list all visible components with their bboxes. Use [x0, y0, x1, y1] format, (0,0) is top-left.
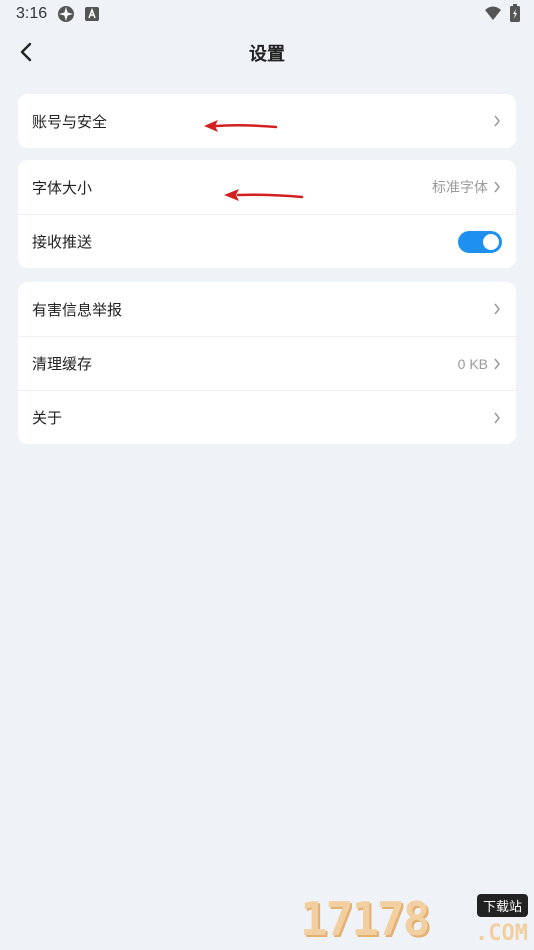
- wifi-icon: [484, 5, 502, 25]
- page-title: 设置: [249, 44, 285, 65]
- font-size-value: 标准字体: [432, 179, 488, 195]
- receive-push-row: 接收推送: [18, 214, 516, 268]
- settings-group-display: 字体大小 标准字体 接收推送: [18, 160, 516, 268]
- report-harmful-info-row[interactable]: 有害信息举报: [18, 282, 516, 336]
- about-row[interactable]: 关于: [18, 390, 516, 444]
- clear-cache-row[interactable]: 清理缓存 0 KB: [18, 336, 516, 390]
- row-label: 清理缓存: [32, 355, 93, 373]
- chevron-right-icon: [492, 181, 502, 193]
- row-label: 有害信息举报: [32, 300, 123, 319]
- chevron-right-icon: [492, 358, 502, 370]
- annotation-arrow-icon: [204, 120, 278, 132]
- cache-size-value: 0 KB: [457, 355, 488, 372]
- row-label: 关于: [32, 409, 63, 427]
- push-toggle[interactable]: [458, 230, 502, 253]
- watermark-suffix: .COM: [475, 921, 528, 946]
- battery-icon: [510, 4, 520, 26]
- settings-group-other: 有害信息举报 清理缓存 0 KB 关于: [18, 282, 516, 444]
- keyboard-a-icon: [85, 7, 100, 21]
- toggle-knob: [483, 233, 499, 250]
- annotation-arrow-icon: [224, 189, 304, 201]
- chevron-right-icon: [492, 303, 502, 315]
- status-bar: 3:16: [0, 0, 534, 28]
- app-notification-icon: [57, 5, 75, 23]
- chevron-right-icon: [492, 412, 502, 424]
- row-label: 接收推送: [32, 233, 93, 251]
- chevron-right-icon: [492, 115, 502, 127]
- status-time: 3:16: [16, 5, 48, 22]
- watermark-number: 17178: [300, 892, 430, 946]
- watermark-badge: 下载站: [476, 894, 528, 917]
- top-app-bar: 设置: [0, 30, 534, 74]
- site-watermark-logo: 17178 下载站 .COM: [300, 892, 530, 946]
